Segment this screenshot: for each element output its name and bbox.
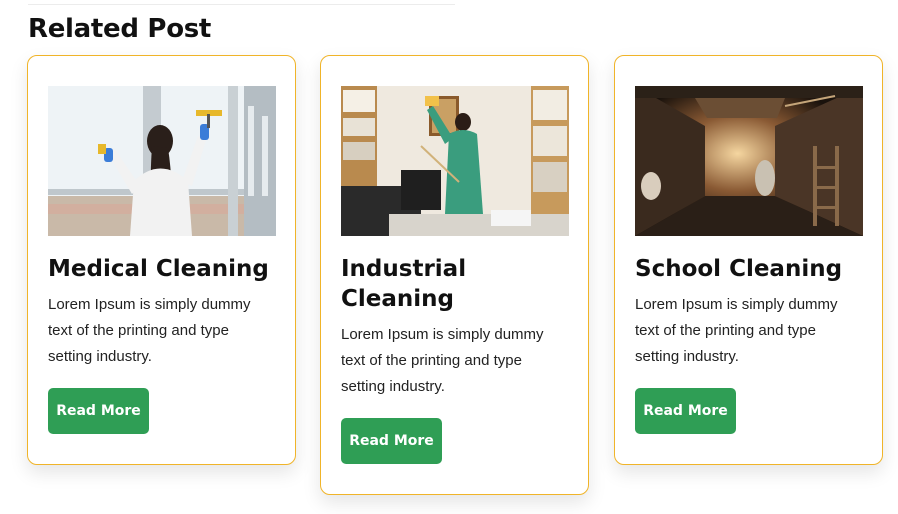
post-card-industrial: Industrial Cleaning Lorem Ipsum is simpl… [320,55,589,495]
post-excerpt: Lorem Ipsum is simply dummy text of the … [635,296,838,365]
read-more-button[interactable]: Read More [341,418,442,464]
post-title[interactable]: Medical Cleaning [48,254,275,284]
alley-washing-photo [635,86,863,236]
post-title[interactable]: School Cleaning [635,254,862,284]
post-image-school[interactable] [635,86,863,236]
post-title[interactable]: Industrial Cleaning [341,254,568,314]
window-cleaning-photo [48,86,276,236]
read-more-button[interactable]: Read More [635,388,736,434]
post-excerpt: Lorem Ipsum is simply dummy text of the … [341,326,544,395]
post-image-industrial[interactable] [341,86,569,236]
section-title: Related Post [28,14,212,44]
post-excerpt: Lorem Ipsum is simply dummy text of the … [48,296,251,365]
office-cleaning-photo [341,86,569,236]
post-card-medical: Medical Cleaning Lorem Ipsum is simply d… [27,55,296,465]
read-more-button[interactable]: Read More [48,388,149,434]
post-image-medical[interactable] [48,86,276,236]
post-card-school: School Cleaning Lorem Ipsum is simply du… [614,55,883,465]
top-divider [28,4,455,5]
